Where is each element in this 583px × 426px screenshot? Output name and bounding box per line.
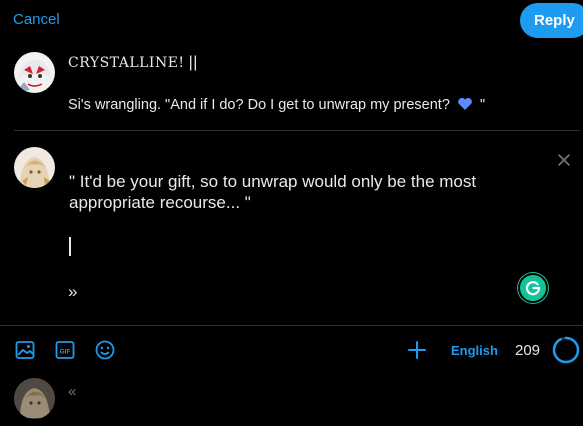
language-selector[interactable]: English xyxy=(451,343,498,358)
quoted-author-avatar[interactable] xyxy=(14,52,55,93)
user-avatar[interactable] xyxy=(14,147,55,188)
compose-textarea[interactable]: " It'd be your gift, so to unwrap would … xyxy=(69,171,539,213)
reply-composer: Cancel Reply CRYSTALLINE! || Si's wrangli… xyxy=(0,0,583,426)
blue-heart-icon xyxy=(458,97,472,110)
add-icon[interactable] xyxy=(406,339,428,361)
quoted-tweet-text: Si's wrangling. "And if I do? Do I get t… xyxy=(68,97,485,113)
next-post-avatar[interactable] xyxy=(14,378,55,419)
reply-button[interactable]: Reply xyxy=(520,3,583,38)
composer-chevron: » xyxy=(68,282,78,301)
toolbar-divider xyxy=(0,325,583,326)
divider xyxy=(14,130,580,131)
cancel-button[interactable]: Cancel xyxy=(13,11,60,28)
progress-ring xyxy=(552,336,580,364)
emoji-icon[interactable] xyxy=(94,339,116,361)
grammarly-icon[interactable] xyxy=(518,273,548,303)
quoted-text-end: " xyxy=(479,97,486,113)
author-display-name: CRYSTALLINE! xyxy=(68,55,185,71)
next-post-chevron: « xyxy=(68,383,77,400)
text-cursor xyxy=(69,237,71,256)
character-count: 209 xyxy=(515,342,541,359)
quoted-author-name[interactable]: CRYSTALLINE! || xyxy=(68,54,198,72)
quoted-text-main: Si's wrangling. "And if I do? Do I get t… xyxy=(68,97,450,113)
svg-text:GIF: GIF xyxy=(60,349,71,356)
image-icon[interactable] xyxy=(14,339,36,361)
author-name-suffix: || xyxy=(188,54,198,71)
gif-icon[interactable]: GIF xyxy=(54,339,76,361)
close-icon[interactable] xyxy=(556,152,572,168)
